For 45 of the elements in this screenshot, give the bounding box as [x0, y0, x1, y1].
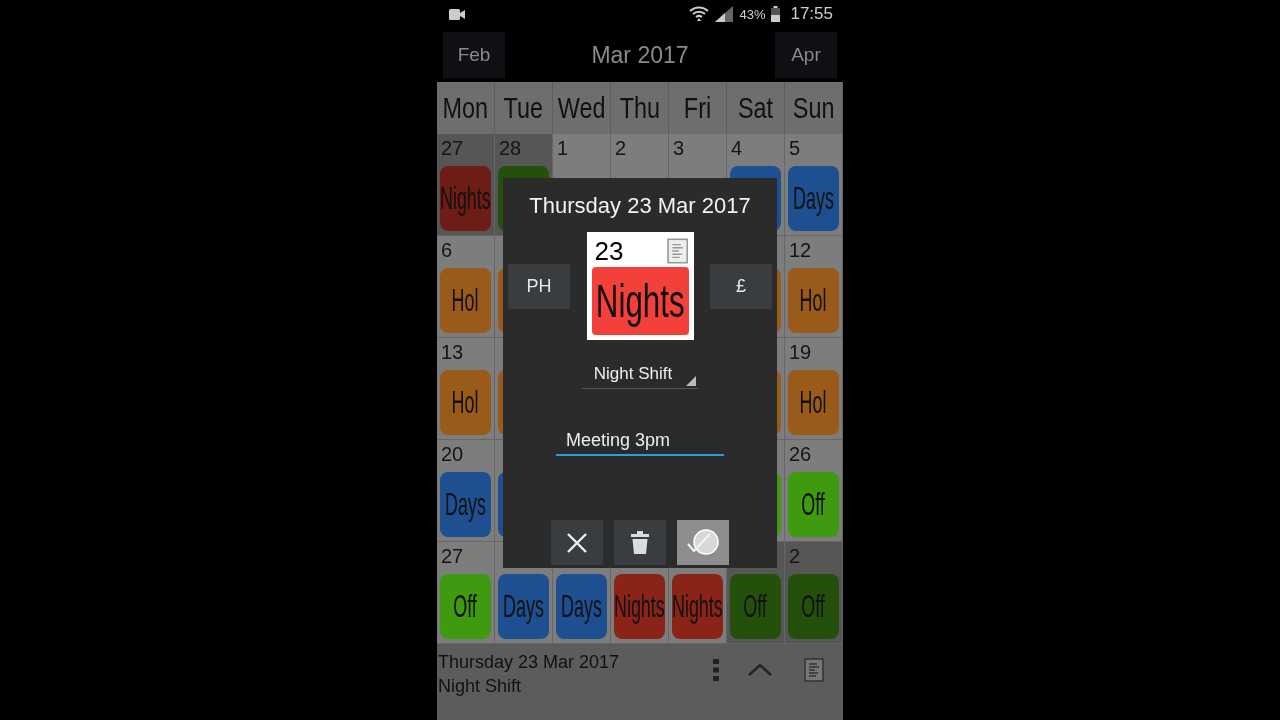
shift-tag: Days — [440, 472, 491, 537]
day-number: 6 — [440, 238, 454, 263]
shift-tag: Nights — [672, 574, 723, 639]
day-number: 27 — [440, 544, 465, 569]
day-number: 4 — [730, 136, 744, 161]
shift-tag: Off — [440, 574, 491, 639]
shift-tag: Nights — [440, 166, 491, 231]
weekday-label: Sat — [737, 91, 774, 125]
weekday-label: Thu — [619, 91, 660, 125]
day-number: 13 — [440, 340, 465, 365]
selected-date: Thursday 23 Mar 2017 — [438, 651, 621, 674]
day-number: 5 — [788, 136, 802, 161]
clock-time: 17:55 — [790, 4, 833, 24]
day-number: 19 — [788, 340, 813, 365]
dialog-title: Thursday 23 Mar 2017 — [529, 192, 751, 220]
shift-tag: Hol — [440, 268, 491, 333]
day-number: 23 — [593, 235, 624, 267]
weekday-label: Tue — [503, 91, 544, 125]
shift-tag: Days — [788, 166, 839, 231]
shift-tag: Nights — [591, 267, 689, 335]
shift-tag: Off — [788, 574, 839, 639]
day-number: 2 — [614, 136, 628, 161]
day-number: 3 — [672, 136, 686, 161]
day-number: 1 — [556, 136, 570, 161]
shift-tag: Off — [730, 574, 781, 639]
day-number: 2 — [788, 544, 802, 569]
shift-tag: Hol — [440, 370, 491, 435]
day-number: 12 — [788, 238, 813, 263]
weekday-label: Wed — [557, 91, 606, 125]
shift-tag: Off — [788, 472, 839, 537]
day-number: 27 — [440, 136, 465, 161]
weekday-label: Fri — [683, 91, 712, 125]
day-number: 20 — [440, 442, 465, 467]
shift-tag: Hol — [788, 370, 839, 435]
day-number: 28 — [498, 136, 523, 161]
selected-shift: Night Shift — [438, 675, 523, 698]
shift-tag: Hol — [788, 268, 839, 333]
shift-tag: Days — [556, 574, 607, 639]
shift-tag: Nights — [614, 574, 665, 639]
battery-percent: 43% — [739, 6, 766, 22]
weekday-label: Mon — [442, 91, 489, 125]
month-title: Mar 2017 — [591, 41, 689, 69]
shift-tag: Days — [498, 574, 549, 639]
day-number: 26 — [788, 442, 813, 467]
weekday-label: Sun — [792, 91, 835, 125]
